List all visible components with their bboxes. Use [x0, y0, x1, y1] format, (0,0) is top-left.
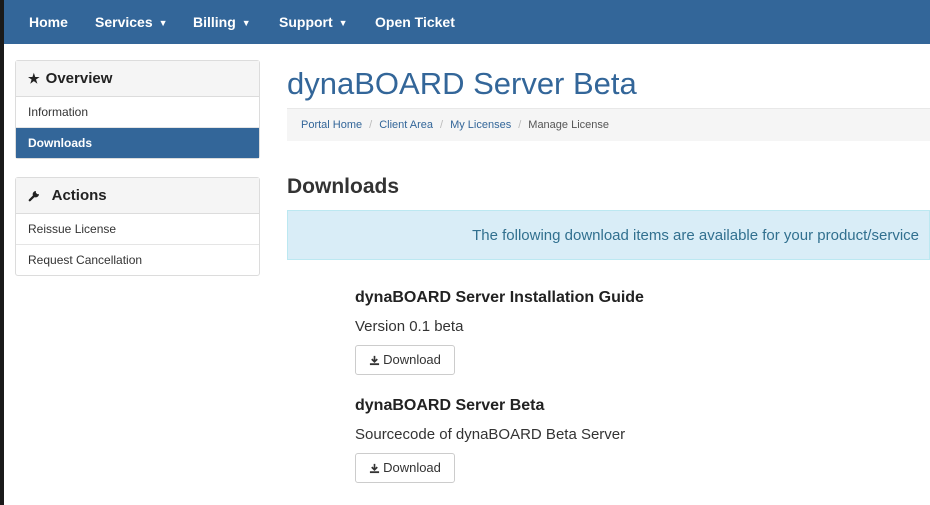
breadcrumb-manage-license: Manage License [528, 119, 610, 131]
download-icon [369, 456, 380, 484]
breadcrumb: Portal Home / Client Area / My Licenses / Mana… [287, 108, 930, 141]
caret-down-icon: ▼ [158, 18, 168, 28]
breadcrumb-my-licenses[interactable]: My Licenses [450, 119, 511, 131]
sidebar-overview-title: Overview [45, 70, 113, 87]
star-icon: ★ [28, 71, 40, 86]
nav-open-ticket[interactable]: Open Ticket [375, 0, 455, 44]
nav-home[interactable]: Home [29, 0, 68, 44]
nav-billing[interactable]: Billing ▼ [193, 0, 251, 44]
download-description: Sourcecode of dynaBOARD Beta Server [355, 426, 626, 443]
window-left-edge [0, 0, 4, 505]
sidebar-item-information[interactable]: Information [16, 97, 259, 128]
sidebar-actions-panel: Actions Reissue License Request Cancella… [15, 177, 260, 276]
download-title: dynaBOARD Server Installation Guide [355, 289, 644, 306]
breadcrumb-portal-home[interactable]: Portal Home [301, 119, 362, 131]
sidebar-item-reissue-license[interactable]: Reissue License [16, 214, 259, 245]
sidebar-item-request-cancellation[interactable]: Request Cancellation [16, 245, 259, 275]
download-description: Version 0.1 beta [355, 318, 464, 335]
download-icon [369, 348, 380, 376]
download-title: dynaBOARD Server Beta [355, 397, 545, 414]
wrench-icon [28, 188, 46, 203]
download-button[interactable]: Download [355, 453, 455, 483]
sidebar-actions-heading: Actions [16, 178, 259, 214]
caret-down-icon: ▼ [338, 18, 348, 28]
caret-down-icon: ▼ [241, 18, 251, 28]
section-title: Downloads [287, 175, 400, 198]
page-title: dynaBOARD Server Beta [287, 66, 637, 101]
nav-support[interactable]: Support ▼ [279, 0, 348, 44]
info-message: The following download items are availab… [472, 227, 919, 244]
info-alert: The following download items are availab… [287, 210, 930, 260]
sidebar-actions-title: Actions [51, 187, 107, 204]
top-navbar: Home Services ▼ Billing ▼ Support ▼ Open Ti… [4, 0, 930, 44]
sidebar-item-downloads[interactable]: Downloads [16, 128, 259, 158]
sidebar-overview-heading: ★ Overview [16, 61, 259, 97]
download-button[interactable]: Download [355, 345, 455, 375]
sidebar-overview-panel: ★ Overview Information Downloads [15, 60, 260, 159]
breadcrumb-client-area[interactable]: Client Area [379, 119, 433, 131]
nav-services[interactable]: Services ▼ [95, 0, 168, 44]
